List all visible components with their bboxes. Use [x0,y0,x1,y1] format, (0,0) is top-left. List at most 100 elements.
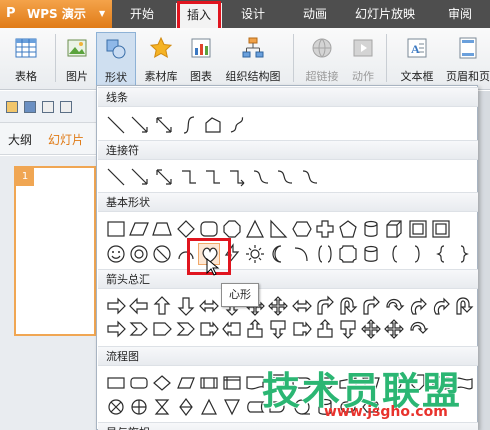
flow-multidoc-shape-icon[interactable] [267,372,289,394]
scribble-shape-icon[interactable] [226,114,248,136]
lr-arrow-shape-icon[interactable] [198,295,220,317]
org-chart-button[interactable]: 组织结构图 [220,32,286,86]
curved-conn-shape-icon[interactable] [250,166,272,188]
arc2-shape-icon[interactable] [291,243,313,265]
diamond-shape-icon[interactable] [175,218,197,240]
can-shape-icon[interactable] [360,218,382,240]
flow-offpage-shape-icon[interactable] [407,372,429,394]
elbow-shape-icon[interactable] [178,166,200,188]
flow-delay-shape-icon[interactable] [267,396,289,418]
pentagon-arrow-shape-icon[interactable] [151,318,173,340]
cube-shape-icon[interactable] [383,218,405,240]
line-shape-icon[interactable] [105,114,127,136]
curve-shape-icon[interactable] [178,114,200,136]
flow-manual-input-shape-icon[interactable] [337,372,359,394]
callout-right-shape-icon[interactable] [291,318,313,340]
tab-animation[interactable]: 动画 [290,0,340,28]
header-footer-button[interactable]: 页眉和页 [446,32,490,86]
flow-merge-shape-icon[interactable] [221,396,243,418]
frame-shape-icon[interactable] [407,218,429,240]
down-arrow-shape-icon[interactable] [175,295,197,317]
curved-conn-shape-icon[interactable] [299,166,321,188]
flow-prep-shape-icon[interactable] [314,372,336,394]
arrow-line-shape-icon[interactable] [129,166,151,188]
app-menu-button[interactable]: P WPS 演示 ▼ [0,0,112,28]
tab-home[interactable]: 开始 [120,0,164,28]
bent-arrow-shape-icon[interactable] [360,295,382,317]
uturn-shape-icon[interactable] [337,295,359,317]
picture-button[interactable]: 图片 [60,32,94,86]
flow-decision-shape-icon[interactable] [151,372,173,394]
flow-data-shape-icon[interactable] [175,372,197,394]
callout-up-shape-icon[interactable] [244,318,266,340]
flow-sequential-shape-icon[interactable] [291,396,313,418]
elbow-shape-icon[interactable] [202,166,224,188]
smiley-shape-icon[interactable] [105,243,127,265]
quad-arrow-shape-icon[interactable] [383,318,405,340]
donut-shape-icon[interactable] [128,243,150,265]
chart-button[interactable]: 图表 [186,32,216,86]
flow-sort-shape-icon[interactable] [175,396,197,418]
cross-shape-icon[interactable] [314,218,336,240]
tab-outline[interactable]: 大纲 [8,131,32,148]
action-button[interactable]: 动作 [346,32,380,86]
bent-arrow-shape-icon[interactable] [314,295,336,317]
hexagon-shape-icon[interactable] [291,218,313,240]
double-arrow-shape-icon[interactable] [153,114,175,136]
can-shape-icon[interactable] [360,243,382,265]
flow-sumjunction-shape-icon[interactable] [105,396,127,418]
flow-stored-shape-icon[interactable] [244,396,266,418]
lightning-shape-icon[interactable] [221,243,243,265]
quad-arrow-shape-icon[interactable] [267,295,289,317]
curved-arrow-shape-icon[interactable] [407,295,429,317]
shapes-button[interactable]: 形状 [96,32,136,86]
no-symbol-shape-icon[interactable] [151,243,173,265]
tab-review[interactable]: 审阅 [440,0,480,28]
flow-terminator-shape-icon[interactable] [291,372,313,394]
quad-arrow-shape-icon[interactable] [360,318,382,340]
flow-card-shape-icon[interactable] [430,372,452,394]
flow-manual-op-shape-icon[interactable] [360,372,382,394]
arrow-line-shape-icon[interactable] [129,114,151,136]
right-bracket-shape-icon[interactable] [407,243,429,265]
double-arrow-shape-icon[interactable] [153,166,175,188]
table-button[interactable]: 表格 [6,32,46,86]
plaque-shape-icon[interactable] [337,243,359,265]
right-arrow-shape-icon[interactable] [105,295,127,317]
flow-direct-shape-icon[interactable] [337,396,359,418]
moon-shape-icon[interactable] [267,243,289,265]
elbow-arrow-shape-icon[interactable] [226,166,248,188]
chevron-shape-icon[interactable] [128,318,150,340]
right-brace-shape-icon[interactable] [453,243,475,265]
frame-shape-icon[interactable] [430,218,452,240]
rounded-rect-shape-icon[interactable] [198,218,220,240]
right-arrow-shape-icon[interactable] [105,318,127,340]
callout-up-shape-icon[interactable] [314,318,336,340]
flow-predef-shape-icon[interactable] [198,372,220,394]
uturn-shape-icon[interactable] [453,295,475,317]
flow-display-shape-icon[interactable] [360,396,382,418]
clip-library-button[interactable]: 素材库 [140,32,182,86]
flow-collate-shape-icon[interactable] [151,396,173,418]
callout-right-shape-icon[interactable] [198,318,220,340]
flow-alt-shape-icon[interactable] [128,372,150,394]
rect-shape-icon[interactable] [105,218,127,240]
flow-process-shape-icon[interactable] [105,372,127,394]
flow-doc-shape-icon[interactable] [244,372,266,394]
hyperlink-button[interactable]: 超链接 [300,32,344,86]
pentagon-shape-icon[interactable] [337,218,359,240]
tab-slides[interactable]: 幻灯片 [48,131,84,148]
callout-down-shape-icon[interactable] [337,318,359,340]
octagon-shape-icon[interactable] [221,218,243,240]
curved-arrow-shape-icon[interactable] [430,295,452,317]
left-bracket-shape-icon[interactable] [383,243,405,265]
flow-extract-shape-icon[interactable] [198,396,220,418]
chevron-shape-icon[interactable] [175,318,197,340]
flow-or-shape-icon[interactable] [128,396,150,418]
open-folder-icon[interactable] [6,101,18,113]
freeform-shape-icon[interactable] [202,114,224,136]
callout-down-shape-icon[interactable] [267,318,289,340]
right-triangle-shape-icon[interactable] [267,218,289,240]
left-brace-shape-icon[interactable] [430,243,452,265]
brackets-shape-icon[interactable] [314,243,336,265]
